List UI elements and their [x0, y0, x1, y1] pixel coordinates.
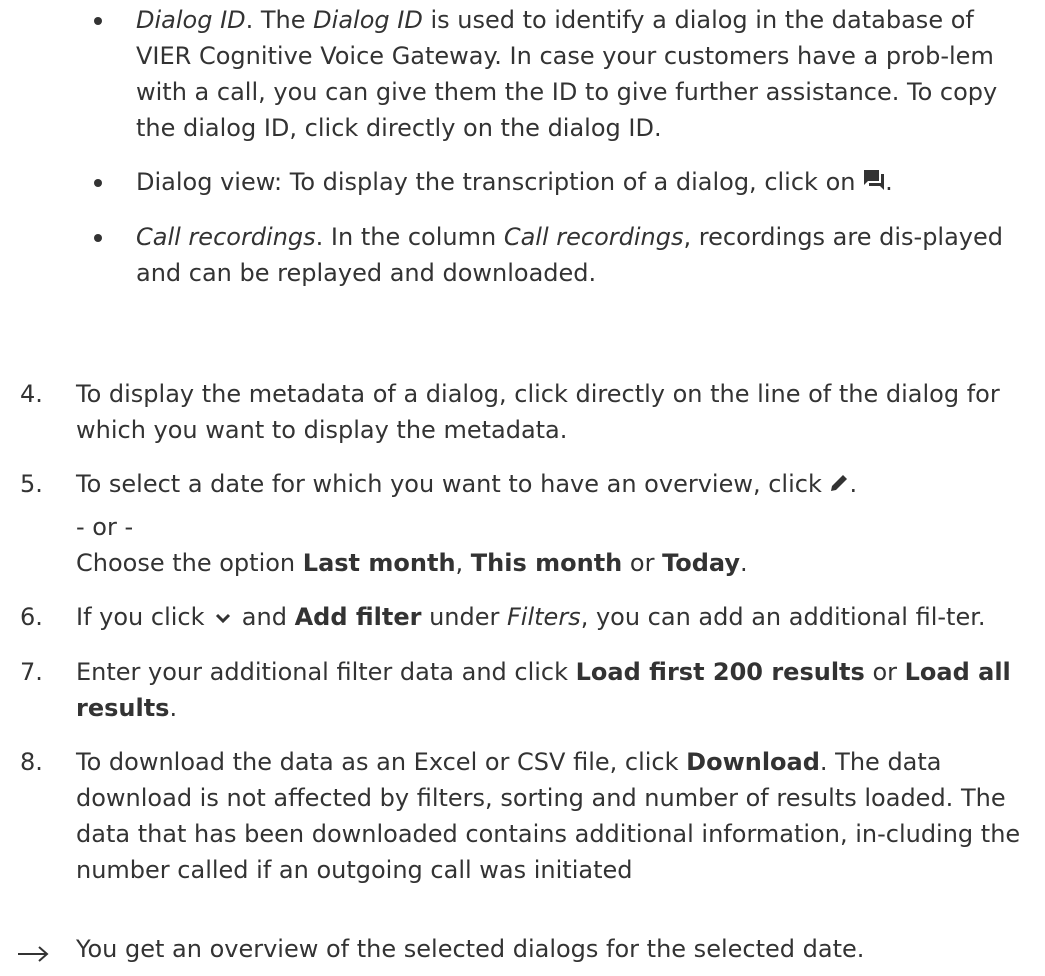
option-last-month: Last month [302, 549, 456, 577]
step-text: or [622, 549, 663, 577]
bullet-text-end: . [885, 168, 893, 196]
document-page: Dialog ID. The Dialog ID is used to iden… [0, 0, 1045, 976]
step-7: 7. Enter your additional filter data and… [0, 654, 1031, 726]
step-text: To select a date for which you want to h… [76, 470, 830, 498]
bullet-text: . The [245, 6, 314, 34]
bullet-dot [94, 179, 102, 187]
step-6: 6. If you click and Add filter under Fil… [0, 599, 1031, 636]
step-5: 5. To select a date for which you want t… [0, 466, 1031, 581]
label-load-first-200: Load first 200 results [575, 658, 865, 686]
label-download: Download [686, 748, 820, 776]
step-text-end: . [740, 549, 748, 577]
step-text: under [421, 603, 507, 631]
chat-bubble-icon [863, 165, 885, 201]
step-text: If you click [76, 603, 213, 631]
result-arrow-icon [16, 939, 50, 975]
step-number: 7. [20, 658, 43, 686]
label-add-filter: Add filter [294, 603, 422, 631]
step-line-options: Choose the option Last month, This month… [76, 545, 1031, 581]
step-text: or [864, 658, 905, 686]
step-text-end: . [169, 694, 178, 722]
step-text: , you can add an additional fil-ter. [580, 603, 986, 631]
step-list: 4. To display the metadata of a dialog, … [0, 376, 1045, 906]
pencil-icon [829, 467, 849, 503]
step-text: Enter your additional filter data and cl… [76, 658, 576, 686]
bullet-dot [94, 17, 102, 25]
step-text: To display the metadata of a dialog, cli… [76, 380, 1000, 444]
option-today: Today [662, 549, 741, 577]
term-dialog-id: Dialog ID [136, 6, 246, 34]
result-text: You get an overview of the selected dial… [76, 935, 865, 963]
step-text: and [234, 603, 295, 631]
step-number: 4. [20, 380, 43, 408]
step-4: 4. To display the metadata of a dialog, … [0, 376, 1031, 448]
step-text-end: . [849, 470, 858, 498]
step-text: , [455, 549, 471, 577]
step-text: Choose the option [76, 549, 303, 577]
term-dialog-id-2: Dialog ID [313, 6, 423, 34]
step-number: 5. [20, 470, 43, 498]
step-8: 8. To download the data as an Excel or C… [0, 744, 1031, 888]
term-call-recordings-2: Call recordings [503, 223, 684, 251]
bullet-dialog-view: Dialog view: To display the transcriptio… [0, 164, 1026, 201]
term-filters: Filters [507, 603, 581, 631]
bullet-list: Dialog ID. The Dialog ID is used to iden… [0, 2, 1045, 309]
bullet-dot [94, 234, 102, 242]
chevron-down-icon [212, 600, 234, 636]
option-this-month: This month [470, 549, 623, 577]
step-number: 8. [20, 748, 43, 776]
bullet-text: . In the column [315, 223, 504, 251]
bullet-text: Dialog view: To display the transcriptio… [136, 168, 864, 196]
step-line: To select a date for which you want to h… [76, 466, 1031, 503]
step-number: 6. [20, 603, 43, 631]
or-separator: - or - [76, 513, 134, 541]
term-call-recordings: Call recordings [136, 223, 316, 251]
bullet-dialog-id: Dialog ID. The Dialog ID is used to iden… [0, 2, 1026, 146]
bullet-call-recordings: Call recordings. In the column Call reco… [0, 219, 1026, 291]
step-text: To download the data as an Excel or CSV … [76, 748, 687, 776]
